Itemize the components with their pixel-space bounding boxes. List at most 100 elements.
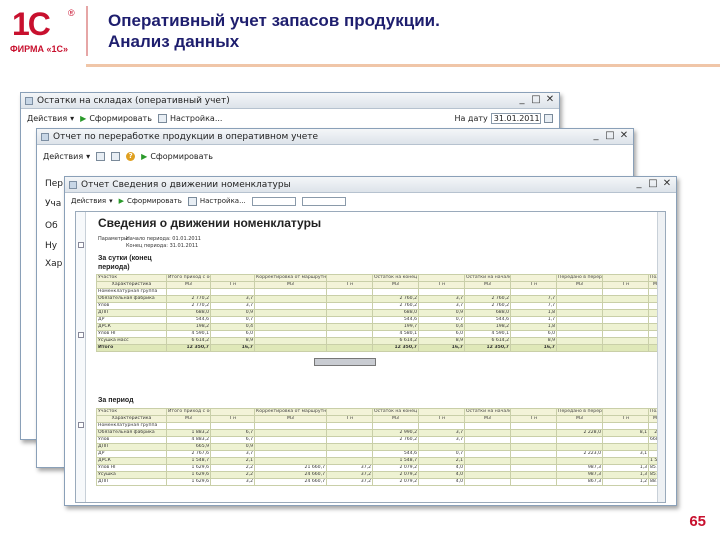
vertical-scrollbar[interactable] <box>657 212 665 502</box>
table-cell: 3,7 <box>418 302 465 310</box>
window-titlebar[interactable]: Отчет Сведения о движении номенклатуры _… <box>65 177 676 193</box>
table-row[interactable]: Улов4 883,26,72 760,23,7668,3 <box>96 436 665 444</box>
table-row[interactable]: Усушка масс 6 614,2 8,9 6 614,2 8,9 6 614,2 8,… <box>96 337 665 345</box>
table-row[interactable]: Улов НГ 4 590,1 6,0 4 580,1 6,0 4 590,1 6,0 <box>96 330 665 338</box>
table-cell <box>602 457 649 465</box>
help-icon[interactable]: ? <box>126 151 136 161</box>
table-row[interactable]: ДПП 1 629,6 3,2 24 660,7 37,2 2 079,2 4,0 867,3… <box>96 478 665 486</box>
table-cell: 6 614,2 <box>166 337 211 345</box>
filter-field[interactable] <box>251 196 296 206</box>
table-cell: 2 760,2 <box>372 295 419 303</box>
column-header: Остатки на начало периода <box>464 408 511 416</box>
table-row[interactable]: ДПП 688,0 0,9 688,0 0,9 688,0 1,8 <box>96 309 665 317</box>
date-field[interactable]: 31.01.2011 <box>490 112 541 124</box>
collapse-icon[interactable] <box>78 332 84 338</box>
table-cell: 21 660,7 <box>254 464 327 472</box>
maximize-icon[interactable]: □ <box>648 178 658 189</box>
column-header: Итого приход с остатком <box>166 408 211 416</box>
report-parameters: Параметры:Начало периода: 01.01.2011 Кон… <box>98 236 201 250</box>
table-cell: 3,7 <box>210 450 255 458</box>
table-row[interactable]: ДРСК1 548,72,11 548,72,11 548,7 <box>96 457 665 465</box>
table-row[interactable]: Номенклатурная группа <box>96 288 665 296</box>
table-cell <box>602 344 649 352</box>
collapse-icon[interactable] <box>78 422 84 428</box>
table-cell <box>464 471 511 479</box>
table-cell: 2 770,2 <box>166 302 211 310</box>
minimize-icon[interactable]: _ <box>517 94 527 105</box>
close-icon[interactable]: ✕ <box>662 178 672 189</box>
table-cell: 8,9 <box>418 337 465 345</box>
window-titlebar[interactable]: Отчет по переработке продукции в операти… <box>37 129 633 145</box>
table-cell <box>556 316 603 324</box>
close-icon[interactable]: ✕ <box>619 130 629 141</box>
window-controls: _ □ ✕ <box>634 178 672 189</box>
table-cell: Улов НГ <box>96 464 167 472</box>
play-icon: ▶ <box>141 151 148 161</box>
column-subheader: М3 <box>372 415 419 423</box>
window-title: Отчет Сведения о движении номенклатуры <box>81 179 291 190</box>
minimize-icon[interactable]: _ <box>591 130 601 141</box>
table-cell: Итого <box>96 344 167 352</box>
actions-menu[interactable]: Действия ▾ <box>43 152 90 161</box>
table-cell: 688,0 <box>464 309 511 317</box>
table-cell: 4 883,2 <box>166 436 211 444</box>
save-icon[interactable] <box>111 151 121 161</box>
table-cell: 2 079,2 <box>372 471 419 479</box>
table-cell: 12 350,7 <box>166 344 211 352</box>
generate-button[interactable]: ▶ Сформировать <box>80 114 152 123</box>
section-daily: За сутки (конец периода) <box>98 255 152 271</box>
table-row[interactable]: ДРСК 198,2 0,4 199,7 0,4 198,2 1,8 <box>96 323 665 331</box>
table-cell <box>510 429 557 437</box>
table-cell <box>510 436 557 444</box>
table-row[interactable]: ДПП 665,9 0,9 <box>96 443 665 451</box>
table-cell: 2,2 <box>210 464 255 472</box>
filter-field[interactable] <box>301 196 346 206</box>
table-row[interactable]: Обязательная фабрика 2 770,2 3,7 2 760,2 3,7… <box>96 295 665 303</box>
table-row[interactable]: ДР2 767,63,7544,60,72 223,03,1... <box>96 450 665 458</box>
actions-menu[interactable]: Действия ▾ <box>71 197 113 205</box>
table-cell: 1 629,6 <box>166 478 211 486</box>
window-movement-report[interactable]: Отчет Сведения о движении номенклатуры _… <box>64 176 677 506</box>
table-cell: 0,9 <box>210 309 255 317</box>
column-header: Корректировка от маршрутных смен <box>254 274 327 282</box>
table-row[interactable]: Обязательная фабрика 1 883,2 6,7 2 990,2 3,7… <box>96 429 665 437</box>
close-icon[interactable]: ✕ <box>545 94 555 105</box>
column-header <box>418 408 465 416</box>
minimize-icon[interactable]: _ <box>634 178 644 189</box>
toolbar: Действия ▾ ▶ Сформировать Настройка... На … <box>21 109 559 127</box>
table-row[interactable]: Улов 2 770,2 3,7 2 760,2 3,7 2 760,2 7,7 <box>96 302 665 310</box>
table-cell: 2 990,2 <box>372 429 419 437</box>
slide-title: Оперативный учет запасов продукции. Анал… <box>108 10 440 52</box>
generate-button[interactable]: ▶ Сформировать <box>119 197 182 205</box>
column-header <box>326 274 373 282</box>
selected-cell[interactable] <box>314 358 376 366</box>
table-header-row: УчастокИтого приход с остатком Корректиро… <box>96 274 665 282</box>
calendar-icon[interactable] <box>543 113 553 123</box>
collapse-icon[interactable] <box>78 242 84 248</box>
settings-icon <box>157 113 167 123</box>
table-cell <box>326 457 373 465</box>
table-icon[interactable] <box>96 151 106 161</box>
table-cell <box>254 330 327 338</box>
column-header: Итого приход с остатком <box>166 274 211 282</box>
table-cell: 199,7 <box>372 323 419 331</box>
settings-button[interactable]: Настройка... <box>157 113 222 123</box>
table-row[interactable]: Улов НГ 1 629,6 2,2 21 660,7 37,2 2 079,2 4,0 9… <box>96 464 665 472</box>
generate-button[interactable]: ▶ Сформировать <box>141 152 213 161</box>
settings-button[interactable]: Настройка... <box>187 196 246 206</box>
table-row[interactable]: Усушка 1 629,6 2,2 24 660,7 37,2 2 079,2 4,0 98… <box>96 471 665 479</box>
window-title: Остатки на складах (оперативный учет) <box>37 95 230 106</box>
maximize-icon[interactable]: □ <box>531 94 541 105</box>
window-titlebar[interactable]: Остатки на складах (оперативный учет) _ … <box>21 93 559 109</box>
table-row[interactable]: Итого 12 350,7 16,7 12 350,7 16,7 12 350,7 16,… <box>96 344 665 352</box>
table-row[interactable]: Номенклатурная группа <box>96 422 665 430</box>
report-document[interactable]: Сведения о движении номенклатуры Парамет… <box>75 211 666 503</box>
table-row[interactable]: ДР 544,6 0,7 544,6 0,7 544,6 1,7 <box>96 316 665 324</box>
play-icon: ▶ <box>118 197 125 205</box>
actions-menu[interactable]: Действия ▾ <box>27 114 74 123</box>
table-cell: ДПП <box>96 309 167 317</box>
maximize-icon[interactable]: □ <box>605 130 615 141</box>
params-end: Конец периода: 31.01.2011 <box>126 243 199 249</box>
table-cell: 37,2 <box>326 471 373 479</box>
generate-label: Сформировать <box>150 151 213 161</box>
